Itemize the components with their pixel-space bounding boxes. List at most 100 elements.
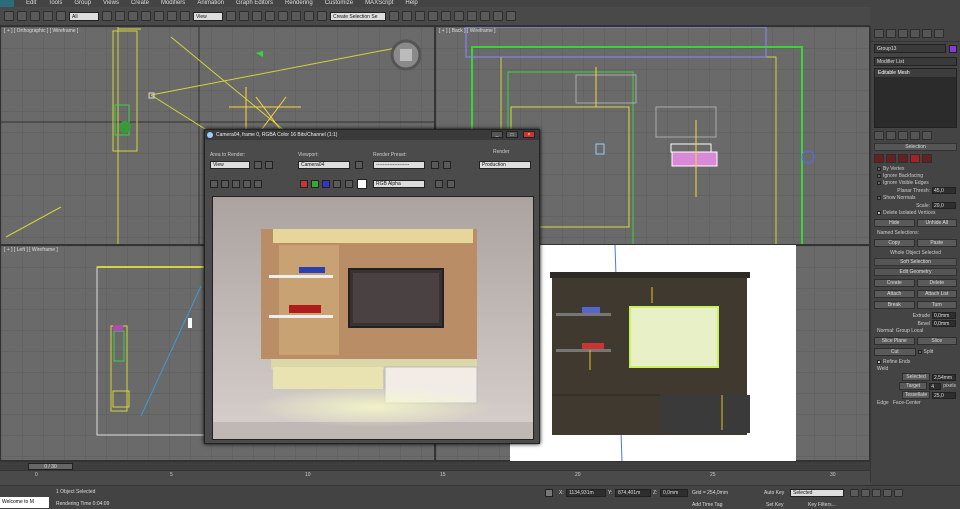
redo-icon[interactable] xyxy=(17,11,27,21)
select-scale-icon[interactable] xyxy=(180,11,190,21)
weld-target-button[interactable]: Target xyxy=(899,382,928,390)
rectangular-selection-icon[interactable] xyxy=(128,11,138,21)
render-production-icon[interactable] xyxy=(506,11,516,21)
weld-selected-button[interactable]: Selected xyxy=(902,373,930,381)
maxscript-listener[interactable]: Welcome to M xyxy=(0,497,49,508)
percent-snap-icon[interactable] xyxy=(291,11,301,21)
extrude-spinner[interactable]: Extrude 0,0mm xyxy=(875,312,956,319)
play-icon[interactable] xyxy=(872,489,881,497)
auto-key-button[interactable]: Auto Key xyxy=(764,490,784,496)
menu-views[interactable]: Views xyxy=(97,0,125,7)
vertex-level-icon[interactable] xyxy=(874,154,884,163)
render-window-title-bar[interactable]: Camera04, frame 0, RGBA Color 16 Bits/Ch… xyxy=(205,130,539,140)
make-unique-icon[interactable] xyxy=(898,131,908,140)
rollout-edit-geometry[interactable]: Edit Geometry xyxy=(874,268,957,276)
monochrome-icon[interactable] xyxy=(345,180,353,188)
utilities-tab-icon[interactable] xyxy=(934,29,944,38)
tessellate-button[interactable]: Tessellate xyxy=(902,391,930,399)
stack-item-editable-mesh[interactable]: Editable Mesh xyxy=(875,69,956,77)
bevel-value[interactable]: 0,0mm xyxy=(932,320,956,327)
object-name-field[interactable]: Group13 xyxy=(874,44,946,53)
render-setup-icon[interactable] xyxy=(431,161,439,169)
refine-ends-checkbox[interactable]: Refine Ends xyxy=(877,359,954,365)
y-coordinate-field[interactable]: 874,401m xyxy=(615,489,651,497)
set-key-button[interactable]: Set Key xyxy=(766,502,784,508)
normal-local-radio[interactable]: Local xyxy=(911,328,923,334)
auto-region-icon[interactable] xyxy=(265,161,273,169)
object-color-swatch[interactable] xyxy=(949,44,957,53)
element-level-icon[interactable] xyxy=(922,154,932,163)
previous-frame-icon[interactable] xyxy=(861,489,870,497)
red-channel-icon[interactable] xyxy=(300,180,308,188)
toggle-ui-icon[interactable] xyxy=(447,180,455,188)
motion-tab-icon[interactable] xyxy=(910,29,920,38)
clone-window-icon[interactable] xyxy=(232,180,240,188)
remove-modifier-icon[interactable] xyxy=(910,131,920,140)
reference-coordinate-dropdown[interactable]: View xyxy=(193,11,223,21)
spinner-snap-icon[interactable] xyxy=(304,11,314,21)
graphite-tools-icon[interactable] xyxy=(428,11,438,21)
menu-edit[interactable]: Edit xyxy=(20,0,42,7)
menu-animation[interactable]: Animation xyxy=(191,0,230,7)
viewport-label-back[interactable]: [ + ] [ Back ] [ Wireframe ] xyxy=(439,28,496,34)
weld-target-value[interactable]: 4 xyxy=(929,382,942,390)
configure-modifier-sets-icon[interactable] xyxy=(922,131,932,140)
edge-level-icon[interactable] xyxy=(886,154,896,163)
viewport-label-left[interactable]: [ + ] [ Left ] [ Wireframe ] xyxy=(4,247,58,253)
planar-thresh-value[interactable]: 45,0 xyxy=(932,187,956,194)
toggle-ui-overlay-icon[interactable] xyxy=(435,180,443,188)
paste-button[interactable]: Paste xyxy=(916,239,957,247)
display-tab-icon[interactable] xyxy=(922,29,932,38)
time-slider-thumb[interactable]: 0 / 30 xyxy=(28,463,73,470)
rollout-soft-selection[interactable]: Soft Selection xyxy=(874,258,957,266)
ignore-backfacing-checkbox[interactable]: Ignore Backfacing xyxy=(877,173,954,179)
menu-customize[interactable]: Customize xyxy=(319,0,359,7)
unhide-all-button[interactable]: Unhide All xyxy=(916,219,957,227)
print-image-icon[interactable] xyxy=(243,180,251,188)
polygon-level-icon[interactable] xyxy=(910,154,920,163)
production-dropdown[interactable]: Production xyxy=(479,161,531,169)
hierarchy-tab-icon[interactable] xyxy=(898,29,908,38)
menu-maxscript[interactable]: MAXScript xyxy=(359,0,399,7)
copy-button[interactable]: Copy xyxy=(874,239,915,247)
environment-effects-icon[interactable] xyxy=(443,161,451,169)
z-coordinate-field[interactable]: 0,0mm xyxy=(660,489,688,497)
mirror-icon[interactable] xyxy=(389,11,399,21)
break-button[interactable]: Break xyxy=(874,301,915,309)
rollout-selection[interactable]: Selection xyxy=(874,143,957,151)
add-time-tag[interactable]: Add Time Tag xyxy=(692,502,722,508)
material-editor-icon[interactable] xyxy=(467,11,477,21)
bevel-spinner[interactable]: Bevel 0,0mm xyxy=(875,320,956,327)
lock-viewport-icon[interactable] xyxy=(355,161,363,169)
tess-edge-radio[interactable]: Edge xyxy=(877,400,889,406)
copy-image-icon[interactable] xyxy=(221,180,229,188)
select-manipulate-icon[interactable] xyxy=(239,11,249,21)
undo-icon[interactable] xyxy=(4,11,14,21)
x-coordinate-field[interactable]: 1134,931m xyxy=(566,489,606,497)
create-button[interactable]: Create xyxy=(874,279,915,287)
time-slider[interactable]: 0 / 30 xyxy=(0,461,870,470)
select-by-name-icon[interactable] xyxy=(115,11,125,21)
keyboard-shortcut-icon[interactable] xyxy=(252,11,262,21)
edit-named-selection-icon[interactable] xyxy=(317,11,327,21)
menu-create[interactable]: Create xyxy=(125,0,155,7)
schematic-view-icon[interactable] xyxy=(454,11,464,21)
unlink-icon[interactable] xyxy=(43,11,53,21)
menu-graph-editors[interactable]: Graph Editors xyxy=(230,0,279,7)
tess-face-center-radio[interactable]: Face-Center xyxy=(893,400,921,406)
delete-isolated-checkbox[interactable]: Delete Isolated Vertices xyxy=(877,210,954,216)
curve-editor-icon[interactable] xyxy=(441,11,451,21)
ignore-visible-edges-checkbox[interactable]: Ignore Visible Edges xyxy=(877,180,954,186)
edit-region-icon[interactable] xyxy=(254,161,262,169)
select-move-icon[interactable] xyxy=(154,11,164,21)
snaps-toggle-icon[interactable] xyxy=(265,11,275,21)
tessellate-row[interactable]: Tessellate 25,0 xyxy=(875,391,956,399)
selection-filter-dropdown[interactable]: All xyxy=(69,11,99,21)
create-tab-icon[interactable] xyxy=(874,29,884,38)
delete-button[interactable]: Delete xyxy=(916,279,957,287)
show-end-result-icon[interactable] xyxy=(886,131,896,140)
hide-button[interactable]: Hide xyxy=(874,219,915,227)
angle-snap-icon[interactable] xyxy=(278,11,288,21)
alpha-channel-icon[interactable] xyxy=(333,180,341,188)
menu-help[interactable]: Help xyxy=(399,0,423,7)
